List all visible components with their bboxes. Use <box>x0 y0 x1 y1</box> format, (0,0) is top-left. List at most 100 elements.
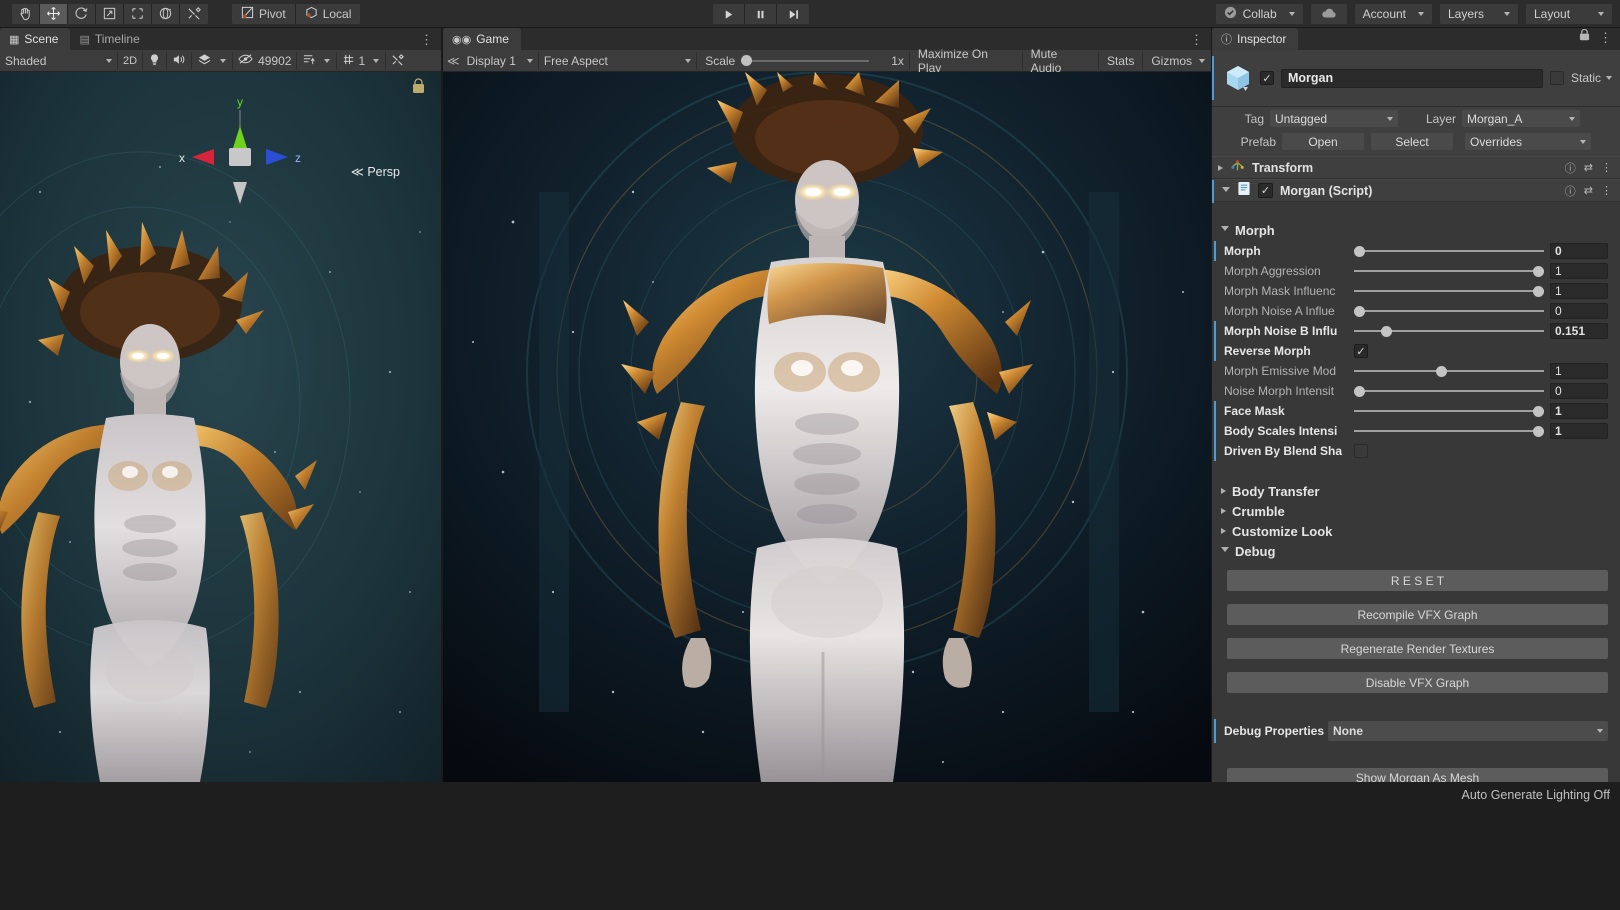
gameobject-enabled-checkbox[interactable]: ✓ <box>1260 71 1274 85</box>
property-value-field[interactable]: 1 <box>1550 403 1608 419</box>
scale-slider[interactable] <box>743 60 869 62</box>
rotate-tool-button[interactable] <box>68 4 96 24</box>
hand-tool-button[interactable] <box>12 4 40 24</box>
gizmo-settings-button[interactable] <box>386 52 410 70</box>
scene-fx-toggle[interactable] <box>192 52 214 70</box>
scene-panel-menu-icon[interactable]: ⋮ <box>420 33 441 50</box>
debug-button[interactable]: Recompile VFX Graph <box>1227 604 1608 625</box>
cloud-button[interactable] <box>1311 4 1347 24</box>
show-morgan-as-mesh-button[interactable]: Show Morgan As Mesh <box>1227 768 1608 782</box>
slider-handle[interactable] <box>1354 306 1365 317</box>
component-menu-icon[interactable]: ⋮ <box>1601 161 1612 174</box>
component-menu-icon[interactable]: ⋮ <box>1601 184 1612 197</box>
grid-snap-dropdown[interactable] <box>367 52 386 70</box>
step-button[interactable] <box>777 4 809 24</box>
component-transform[interactable]: Transform ⓘ ⇄ ⋮ <box>1212 156 1620 179</box>
aspect-dropdown[interactable]: Free Aspect <box>539 52 697 70</box>
gameobject-name-field[interactable]: Morgan <box>1281 69 1543 88</box>
property-value-field[interactable]: 0 <box>1550 303 1608 319</box>
scene-visibility-toggle[interactable]: 49902 <box>233 52 297 70</box>
scene-audio-toggle[interactable] <box>167 52 192 70</box>
property-value-field[interactable]: 1 <box>1550 283 1608 299</box>
custom-tool-button[interactable] <box>180 4 208 24</box>
help-icon[interactable]: ⓘ <box>1565 160 1576 176</box>
draw-mode-dropdown[interactable]: Shaded <box>0 52 118 70</box>
slider-handle[interactable] <box>1533 266 1544 277</box>
prefab-open-button[interactable]: Open <box>1282 133 1364 150</box>
section-foldout[interactable]: Customize Look <box>1212 521 1620 541</box>
section-foldout[interactable]: Debug <box>1212 541 1620 561</box>
property-slider[interactable] <box>1354 301 1544 321</box>
stats-button[interactable]: Stats <box>1099 52 1143 70</box>
scale-tool-button[interactable] <box>96 4 124 24</box>
property-value-field[interactable]: 1 <box>1550 263 1608 279</box>
gizmos-dropdown[interactable] <box>1197 52 1211 70</box>
collab-button[interactable]: Collab <box>1216 4 1303 24</box>
morgan-foldout-icon[interactable] <box>1222 187 1230 195</box>
property-slider[interactable] <box>1354 421 1544 441</box>
gizmos-button[interactable]: Gizmos <box>1143 52 1197 70</box>
slider-handle[interactable] <box>1533 426 1544 437</box>
property-checkbox[interactable]: ✓ <box>1354 344 1368 358</box>
grid-snap-toggle[interactable]: 1 <box>337 52 367 70</box>
game-viewport[interactable] <box>443 72 1211 782</box>
slider-handle[interactable] <box>1381 326 1392 337</box>
game-panel-menu-icon[interactable]: ⋮ <box>1190 33 1211 50</box>
property-slider[interactable] <box>1354 381 1544 401</box>
maximize-on-play-button[interactable]: Maximize On Play <box>909 52 1023 70</box>
slider-handle[interactable] <box>1533 406 1544 417</box>
slider-handle[interactable] <box>1533 286 1544 297</box>
pause-button[interactable] <box>745 4 777 24</box>
play-button[interactable] <box>713 4 745 24</box>
section-foldout[interactable]: Crumble <box>1212 501 1620 521</box>
property-value-field[interactable]: 1 <box>1550 423 1608 439</box>
foldout-arrow-icon[interactable] <box>1221 508 1226 514</box>
foldout-arrow-icon[interactable] <box>1221 488 1226 494</box>
morph-foldout-icon[interactable] <box>1221 226 1229 234</box>
scene-lighting-toggle[interactable] <box>143 52 167 70</box>
property-value-field[interactable]: 1 <box>1550 363 1608 379</box>
debug-button[interactable]: Regenerate Render Textures <box>1227 638 1608 659</box>
debug-properties-dropdown[interactable]: None <box>1328 721 1608 741</box>
tab-game[interactable]: ◉◉ Game <box>443 28 521 50</box>
property-slider[interactable] <box>1354 361 1544 381</box>
component-morgan-script[interactable]: ✓ Morgan (Script) ⓘ ⇄ ⋮ <box>1212 179 1620 202</box>
property-value-field[interactable]: 0.151 <box>1550 323 1608 339</box>
preset-icon[interactable]: ⇄ <box>1584 184 1593 197</box>
layers-button[interactable]: Layers <box>1440 4 1518 24</box>
slider-handle[interactable] <box>1436 366 1447 377</box>
foldout-arrow-icon[interactable] <box>1221 528 1226 534</box>
morgan-enabled-checkbox[interactable]: ✓ <box>1258 183 1273 198</box>
morph-section-header[interactable]: Morph <box>1212 219 1620 241</box>
rect-tool-button[interactable] <box>124 4 152 24</box>
property-checkbox[interactable] <box>1354 444 1368 458</box>
scale-slider-group[interactable]: Scale 1x <box>697 52 909 70</box>
pivot-toggle-button[interactable]: Pivot <box>232 4 296 24</box>
lock-icon[interactable] <box>1579 28 1590 46</box>
debug-button[interactable]: R E S E T <box>1227 570 1608 591</box>
transform-foldout-icon[interactable] <box>1218 165 1223 171</box>
property-slider[interactable] <box>1354 281 1544 301</box>
game-back-icon[interactable]: ≪ <box>443 52 462 70</box>
tab-timeline[interactable]: ▤ Timeline <box>70 28 151 50</box>
2d-toggle-button[interactable]: 2D <box>118 52 143 70</box>
scene-camera-toggle[interactable] <box>297 52 318 70</box>
help-icon[interactable]: ⓘ <box>1565 183 1576 199</box>
prefab-select-button[interactable]: Select <box>1371 133 1453 150</box>
slider-handle[interactable] <box>1354 246 1365 257</box>
tab-scene[interactable]: ▦ Scene <box>0 28 70 50</box>
property-value-field[interactable]: 0 <box>1550 243 1608 259</box>
scene-camera-dropdown[interactable] <box>318 52 337 70</box>
transform-tool-button[interactable] <box>152 4 180 24</box>
slider-handle[interactable] <box>1354 386 1365 397</box>
static-checkbox[interactable] <box>1550 71 1564 85</box>
property-slider[interactable] <box>1354 321 1544 341</box>
move-tool-button[interactable] <box>40 4 68 24</box>
foldout-arrow-icon[interactable] <box>1221 547 1229 555</box>
layout-button[interactable]: Layout <box>1526 4 1612 24</box>
scene-fx-dropdown[interactable] <box>214 52 233 70</box>
inspector-menu-icon[interactable]: ⋮ <box>1599 31 1612 44</box>
account-button[interactable]: Account <box>1355 4 1432 24</box>
section-foldout[interactable]: Body Transfer <box>1212 481 1620 501</box>
tab-inspector[interactable]: ⓘ Inspector <box>1212 28 1298 50</box>
